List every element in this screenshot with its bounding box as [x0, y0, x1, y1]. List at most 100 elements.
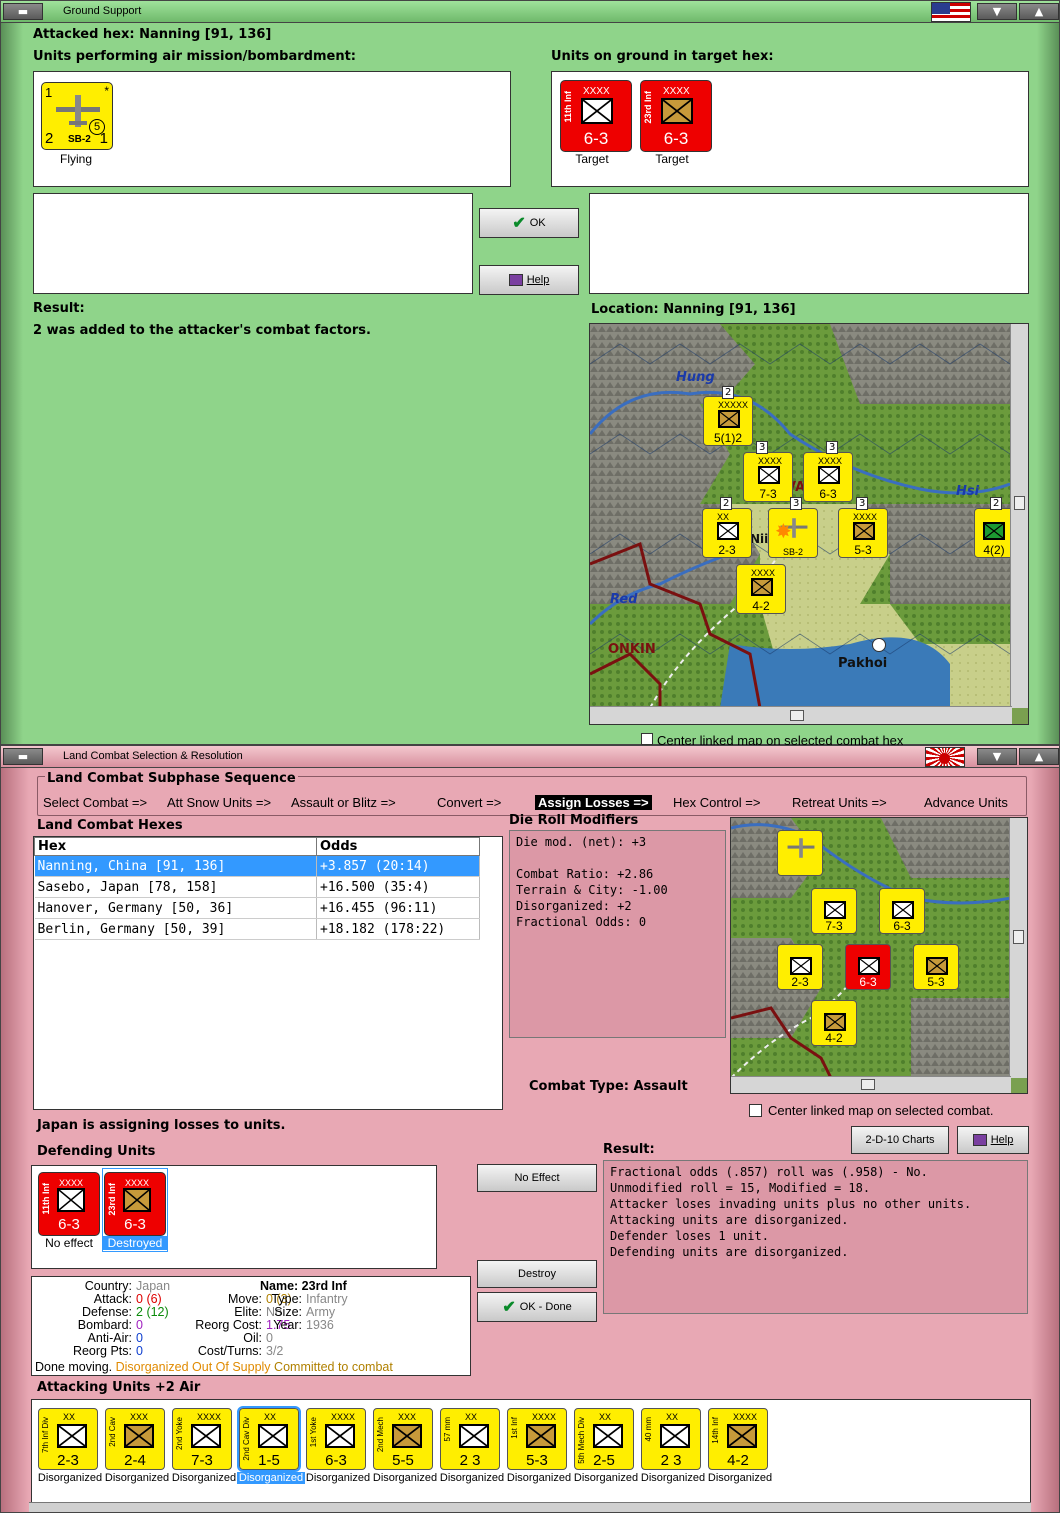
column-header-hex[interactable]: Hex [34, 837, 317, 856]
drm-terrain: Terrain & City: -1.00 [516, 883, 668, 897]
stack-count-6: 3 [856, 497, 869, 510]
help-button[interactable]: Help [957, 1126, 1029, 1154]
air-unit-name: SB-2 [68, 134, 91, 145]
step-att-snow-units[interactable]: Att Snow Units => [167, 795, 271, 810]
attacker-counter[interactable]: XX 2nd Cav Div 1-5 [237, 1406, 301, 1472]
land-combat-window: ▬ Land Combat Selection & Resolution ▼ ▲… [0, 745, 1060, 1513]
land-combat-titlebar[interactable]: ▬ Land Combat Selection & Resolution ▼ ▲ [1, 746, 1059, 768]
table-row[interactable]: Sasebo, Japan [78, 158] +16.500 (35:4) [34, 876, 480, 898]
step-assign-losses[interactable]: Assign Losses => [535, 795, 652, 810]
attacker-counter[interactable]: XX 57 mm 2 3 [440, 1408, 500, 1470]
air-unit-counter[interactable]: 1 * 5 2 SB-2 1 [41, 82, 113, 150]
attacker-counter[interactable]: XXXX 14th Inf 4-2 [708, 1408, 768, 1470]
combat-map-vertical-scrollbar[interactable] [1009, 818, 1027, 1078]
hex-cell: Berlin, Germany [50, 39] [34, 918, 317, 940]
map-unit-value: 7-3 [759, 487, 777, 501]
combat-map-horizontal-scrollbar[interactable] [731, 1076, 1011, 1093]
map-unit-5th-mech[interactable]: 4(2) [974, 508, 1014, 558]
scroll-thumb[interactable] [1014, 496, 1025, 510]
odds-cell: +3.857 (20:14) [316, 855, 480, 877]
ground-support-titlebar[interactable]: ▬ Ground Support ▼ ▲ [1, 1, 1059, 23]
step-select-combat[interactable]: Select Combat => [43, 795, 147, 810]
scroll-thumb[interactable] [861, 1079, 875, 1090]
ground-units-label: Units on ground in target hex: [551, 49, 774, 64]
attacker-status: Disorganized [372, 1472, 438, 1484]
map-unit-1st-yoke[interactable]: 6-3 [879, 888, 925, 934]
attacker-size: XXXX [532, 1412, 557, 1422]
minimize-button[interactable]: ▼ [977, 748, 1017, 765]
infantry-icon [123, 1188, 151, 1212]
map-unit-7th-inf-div[interactable]: 2-3 [777, 944, 823, 990]
step-assault-blitz[interactable]: Assault or Blitz => [291, 795, 396, 810]
minimize-button[interactable]: ▼ [977, 3, 1017, 20]
help-button[interactable]: Help [479, 265, 579, 295]
attacker-value: 7-3 [191, 1452, 213, 1469]
scroll-thumb[interactable] [790, 710, 804, 721]
explosion-icon: ✸ [775, 521, 792, 543]
map-unit-2nd-yoke[interactable]: XXXX 7-3 [743, 452, 793, 502]
map-unit-size: XXXXX [718, 400, 749, 410]
map-horizontal-scrollbar[interactable] [590, 706, 1012, 724]
location-map[interactable]: Hung Hsi Red ONKIN Pakhoi VA Nii XXXXX 5… [589, 323, 1029, 725]
attacker-counter[interactable]: XXXX 1st Inf 5-3 [507, 1408, 567, 1470]
maximize-button[interactable]: ▲ [1019, 748, 1059, 765]
map-unit-1st-inf[interactable]: 5-3 [913, 944, 959, 990]
map-unit-value: 6-3 [819, 487, 837, 501]
ground-support-window: ▬ Ground Support ▼ ▲ Attacked hex: Nanni… [0, 0, 1060, 747]
step-advance-units[interactable]: Advance Units [924, 795, 1008, 810]
map-unit-7th-inf-div[interactable]: XX 2-3 [702, 508, 752, 558]
checkbox[interactable] [749, 1104, 762, 1117]
map-unit-14th-inf[interactable]: 4-2 [811, 1000, 857, 1046]
map-unit-14th-inf[interactable]: XXXX 4-2 [736, 564, 786, 614]
land-combat-hexes-label: Land Combat Hexes [37, 818, 183, 833]
step-hex-control[interactable]: Hex Control => [673, 795, 760, 810]
table-row[interactable]: Berlin, Germany [50, 39] +18.182 (178:22) [34, 918, 480, 940]
no-effect-button[interactable]: No Effect [477, 1164, 597, 1192]
target-counter-1[interactable]: XXXX 11th Inf 6-3 [560, 80, 632, 152]
attacker-counter[interactable]: XXX 2nd Mech 5-5 [373, 1408, 433, 1470]
column-header-odds[interactable]: Odds [316, 837, 480, 856]
attacker-counter[interactable]: XXXX 1st Yoke 6-3 [306, 1408, 366, 1470]
charts-button[interactable]: 2-D-10 Charts [851, 1126, 949, 1154]
air-units-label: Units performing air mission/bombardment… [33, 49, 357, 64]
destroy-button[interactable]: Destroy [477, 1260, 597, 1288]
location-label: Location: Nanning [91, 136] [591, 302, 796, 317]
step-convert[interactable]: Convert => [437, 795, 501, 810]
ok-done-label: OK - Done [519, 1301, 572, 1313]
target-counter-2[interactable]: XXXX 23rd Inf 6-3 [640, 80, 712, 152]
map-unit-sb2[interactable]: ✸ SB-2 [768, 508, 818, 558]
attacker-size: XXXX [331, 1412, 356, 1422]
table-row[interactable]: Nanning, China [91, 136] +3.857 (20:14) [34, 855, 480, 877]
status-committed: Committed to combat [274, 1360, 393, 1374]
combat-map[interactable]: 7-3 6-3 2-3 6-3 5-3 4-2 [730, 817, 1028, 1094]
map-unit-11th-inf[interactable]: 6-3 [845, 944, 891, 990]
step-retreat-units[interactable]: Retreat Units => [792, 795, 887, 810]
no-effect-label: No Effect [514, 1172, 560, 1184]
info-key: Cost/Turns: [197, 1344, 262, 1358]
attack-value: 0 [136, 1292, 143, 1306]
map-unit-1st-inf[interactable]: XXXX 5-3 [838, 508, 888, 558]
attacker-counter[interactable]: XX 5th Mech Div 2-5 [574, 1408, 634, 1470]
defender-counter-2[interactable]: XXXX 23rd Inf 6-3 [104, 1172, 166, 1236]
system-menu-button[interactable]: ▬ [3, 3, 43, 20]
system-menu-button[interactable]: ▬ [3, 748, 43, 765]
table-row[interactable]: Hanover, Germany [50, 36] +16.455 (96:11) [34, 897, 480, 919]
map-unit-1st-yoke[interactable]: XXXX 6-3 [803, 452, 853, 502]
defender-counter-1[interactable]: XXXX 11th Inf 6-3 [38, 1172, 100, 1236]
ok-button[interactable]: ✔ OK [479, 208, 579, 238]
map-unit-sb2[interactable] [777, 830, 823, 876]
attacker-counter[interactable]: XX 7th Inf Div 2-3 [38, 1408, 98, 1470]
map-vertical-scrollbar[interactable] [1010, 324, 1028, 708]
maximize-button[interactable]: ▲ [1019, 3, 1059, 20]
map-unit-2nd-yoke[interactable]: 7-3 [811, 888, 857, 934]
ground-detail-box [589, 193, 1029, 294]
ok-done-button[interactable]: ✔ OK - Done [477, 1292, 597, 1322]
attacker-counter[interactable]: XXXX 2nd Yoke 7-3 [172, 1408, 232, 1470]
map-unit-value: SB-2 [782, 547, 803, 557]
map-unit-chang[interactable]: XXXXX 5(1)2 [703, 396, 753, 446]
attacker-counter[interactable]: XXX 2nd Cav 2-4 [105, 1408, 165, 1470]
checkbox[interactable] [641, 733, 653, 745]
scroll-thumb[interactable] [1013, 930, 1024, 944]
attacker-counter[interactable]: XX 40 mm 2 3 [641, 1408, 701, 1470]
center-combat-checkbox-row[interactable]: Center linked map on selected combat. [749, 1103, 993, 1118]
